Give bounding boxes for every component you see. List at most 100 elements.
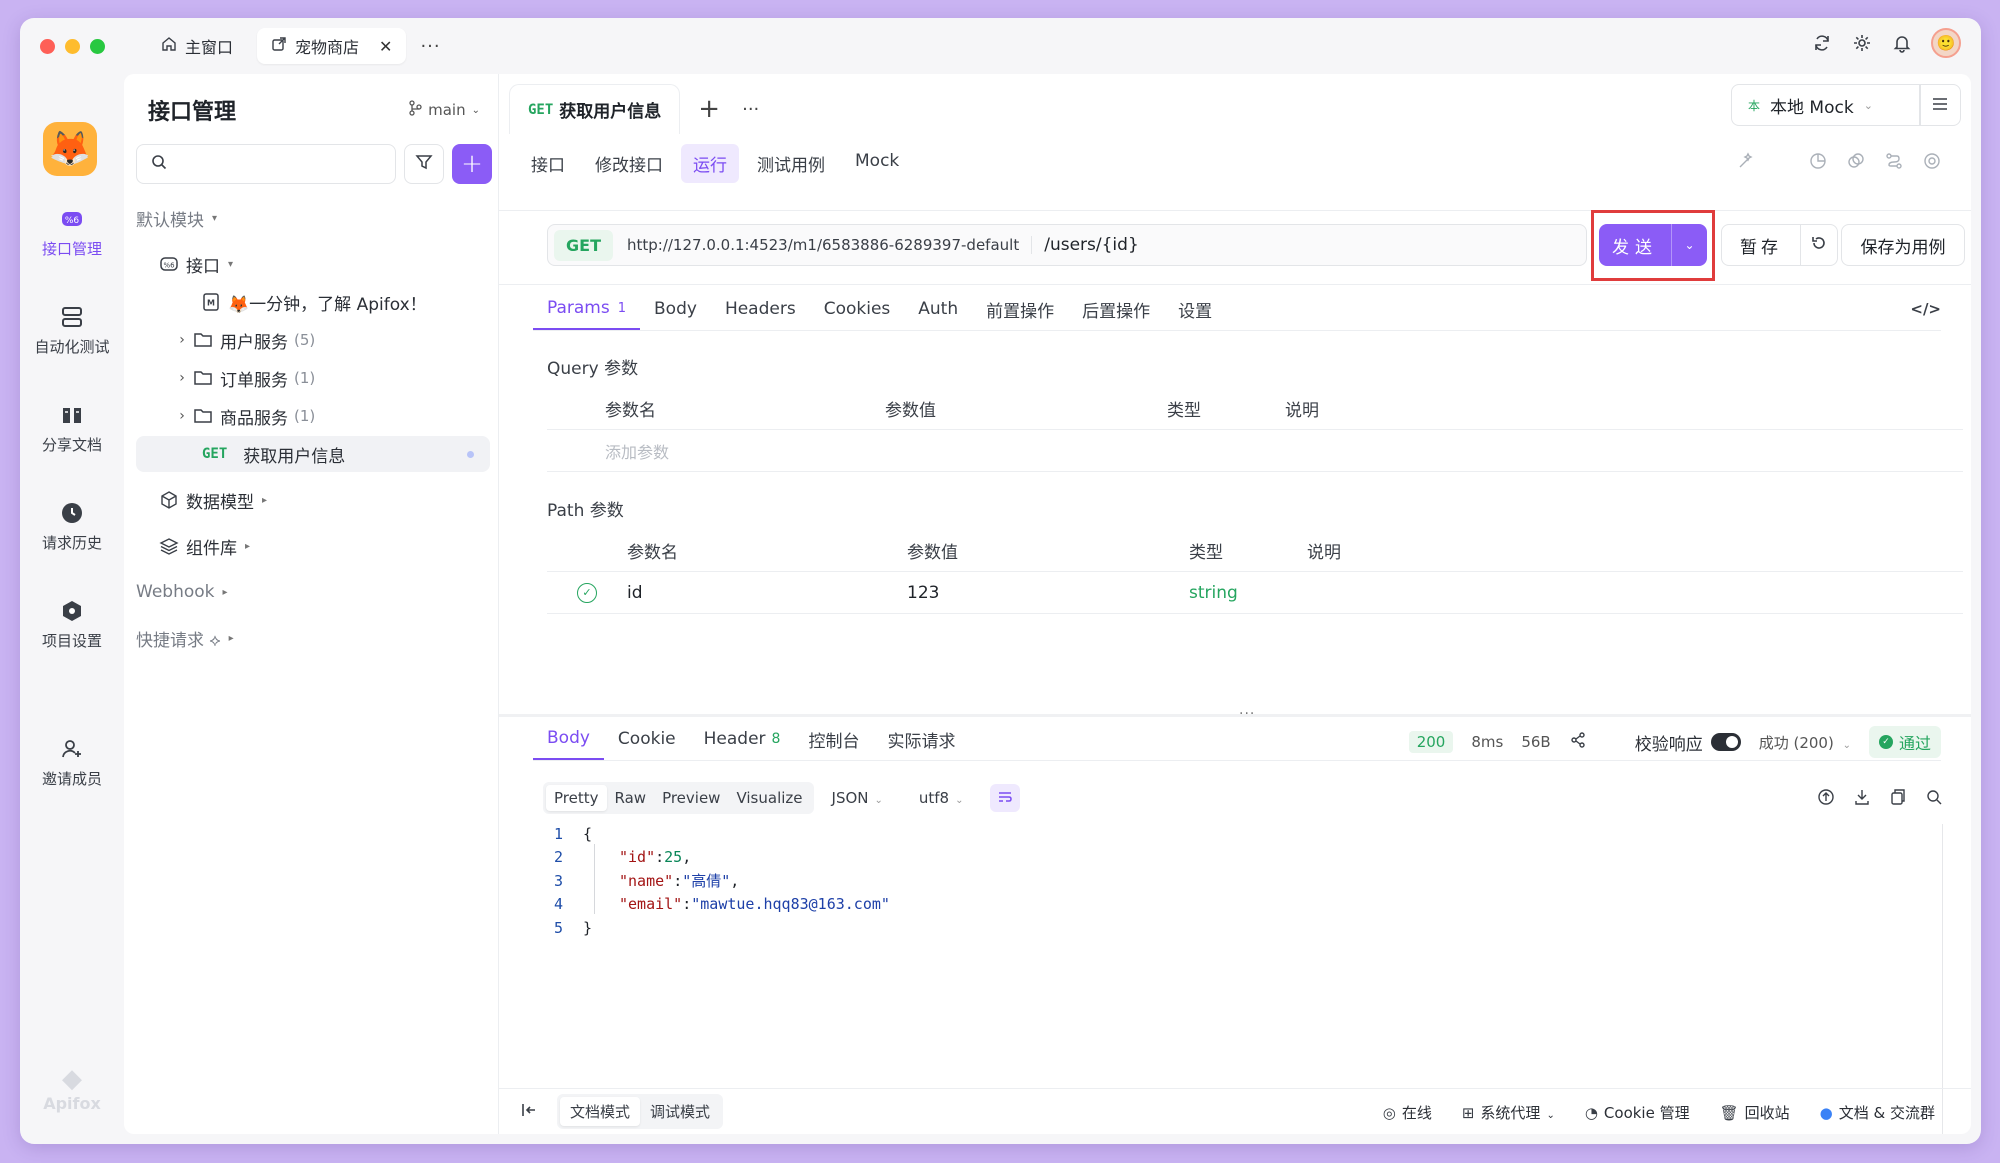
tree-components[interactable]: 组件库 ▸ bbox=[136, 528, 490, 564]
view-visualize[interactable]: Visualize bbox=[728, 785, 810, 811]
tab-body[interactable]: Body bbox=[640, 288, 711, 330]
view-pretty[interactable]: Pretty bbox=[546, 785, 607, 811]
param-value[interactable]: 123 bbox=[907, 583, 1189, 603]
zoom-window-button[interactable] bbox=[90, 38, 105, 54]
validate-select[interactable]: 成功 (200) ⌄ bbox=[1759, 732, 1851, 753]
chevron-down-icon[interactable]: ⌄ bbox=[1671, 224, 1707, 266]
tree-folder-user-service[interactable]: › 用户服务 (5) bbox=[136, 322, 490, 358]
view-raw[interactable]: Raw bbox=[607, 785, 655, 811]
tree-quick-request[interactable]: 快捷请求 ⟡ ▸ bbox=[136, 620, 490, 656]
tab-mock[interactable]: Mock bbox=[843, 144, 911, 183]
new-tab-icon[interactable]: + bbox=[698, 94, 720, 124]
window-tab-pet-store[interactable]: 宠物商店 ✕ bbox=[257, 28, 407, 64]
tab-settings[interactable]: 设置 bbox=[1164, 288, 1226, 330]
encoding-select[interactable]: utf8 ⌄ bbox=[919, 789, 964, 807]
format-type-select[interactable]: JSON ⌄ bbox=[832, 789, 883, 807]
add-param-placeholder[interactable]: 添加参数 bbox=[605, 439, 669, 463]
rail-item-api-management[interactable]: %6 接口管理 bbox=[20, 206, 124, 259]
environment-select[interactable]: 本 本地 Mock ⌄ bbox=[1731, 84, 1921, 126]
gear-icon[interactable] bbox=[1851, 32, 1873, 54]
tree-data-models[interactable]: 数据模型 ▸ bbox=[136, 482, 490, 518]
tree-interfaces[interactable]: %6 接口 ▾ bbox=[136, 246, 490, 282]
tab-interface[interactable]: 接口 bbox=[519, 144, 577, 183]
share-icon[interactable] bbox=[1569, 731, 1587, 753]
copy-shape-icon[interactable] bbox=[1847, 152, 1865, 174]
rail-item-share-docs[interactable]: 分享文档 bbox=[20, 402, 124, 455]
project-logo[interactable]: 🦊 bbox=[43, 122, 97, 176]
mode-debug[interactable]: 调试模式 bbox=[640, 1097, 720, 1126]
minimize-window-button[interactable] bbox=[65, 38, 80, 54]
tree-default-module[interactable]: 默认模块 ▾ bbox=[136, 200, 490, 236]
user-avatar[interactable]: 🙂 bbox=[1931, 28, 1961, 58]
more-tabs-icon[interactable]: ··· bbox=[420, 36, 440, 57]
upload-icon[interactable] bbox=[1817, 788, 1835, 810]
more-icon[interactable]: ··· bbox=[742, 99, 759, 120]
window-tab-main[interactable]: 主窗口 bbox=[147, 28, 247, 64]
add-param-row[interactable]: 添加参数 bbox=[547, 430, 1963, 472]
magic-wand-icon[interactable] bbox=[1737, 152, 1755, 174]
tab-params[interactable]: Params 1 bbox=[533, 288, 641, 330]
status-online[interactable]: ◎ 在线 bbox=[1383, 1102, 1432, 1123]
tree-folder-order-service[interactable]: › 订单服务 (1) bbox=[136, 360, 490, 396]
tree-folder-product-service[interactable]: › 商品服务 (1) bbox=[136, 398, 490, 434]
tree-item-get-user-info[interactable]: GET 获取用户信息 bbox=[136, 436, 490, 472]
tab-response-body[interactable]: Body bbox=[533, 718, 604, 760]
param-name[interactable]: id bbox=[627, 583, 907, 603]
status-trash[interactable]: 🗑 回收站 bbox=[1720, 1102, 1790, 1123]
tree-webhook[interactable]: Webhook ▸ bbox=[136, 574, 490, 610]
method-select[interactable]: GET bbox=[554, 229, 613, 261]
search-icon[interactable] bbox=[1925, 788, 1943, 810]
tree-intro-doc[interactable]: M 🦊一分钟，了解 Apifox！ bbox=[136, 284, 490, 320]
param-type[interactable]: string bbox=[1189, 583, 1307, 603]
tab-headers[interactable]: Headers bbox=[711, 288, 810, 330]
tab-actual-request[interactable]: 实际请求 bbox=[873, 718, 969, 760]
target-icon[interactable] bbox=[1923, 152, 1941, 174]
flow-icon[interactable] bbox=[1885, 152, 1903, 174]
environment-menu-button[interactable] bbox=[1919, 84, 1961, 126]
rail-item-invite[interactable]: 邀请成员 bbox=[20, 736, 124, 789]
close-tab-icon[interactable]: ✕ bbox=[379, 37, 392, 56]
tab-test-cases[interactable]: 测试用例 bbox=[745, 144, 837, 183]
tab-post-processors[interactable]: 后置操作 bbox=[1068, 288, 1164, 330]
close-window-button[interactable] bbox=[40, 38, 55, 54]
word-wrap-button[interactable] bbox=[989, 784, 1020, 812]
view-preview[interactable]: Preview bbox=[654, 785, 728, 811]
response-body-code[interactable]: 1 { 2 "id": 25, 3 "name": "高倩", 4 "email… bbox=[539, 822, 890, 940]
tab-pre-processors[interactable]: 前置操作 bbox=[972, 288, 1068, 330]
rail-item-automation[interactable]: 自动化测试 bbox=[20, 304, 124, 357]
code-icon[interactable]: </> bbox=[1910, 300, 1941, 318]
download-icon[interactable] bbox=[1853, 788, 1871, 810]
tab-cookies[interactable]: Cookies bbox=[810, 288, 905, 330]
validate-toggle[interactable] bbox=[1710, 733, 1741, 751]
branch-selector[interactable]: main ⌄ bbox=[408, 100, 480, 120]
split-divider[interactable] bbox=[499, 714, 1971, 717]
status-docs-community[interactable]: ● 文档 & 交流群 bbox=[1820, 1102, 1935, 1123]
tab-run[interactable]: 运行 bbox=[681, 144, 739, 183]
rail-item-history[interactable]: 请求历史 bbox=[20, 500, 124, 553]
filter-button[interactable] bbox=[404, 144, 444, 184]
path-input[interactable] bbox=[1044, 235, 1465, 255]
mode-docs[interactable]: 文档模式 bbox=[560, 1097, 641, 1126]
tab-console[interactable]: 控制台 bbox=[794, 718, 873, 760]
send-button[interactable]: 发送 ⌄ bbox=[1599, 224, 1707, 266]
tab-auth[interactable]: Auth bbox=[904, 288, 972, 330]
enabled-checkbox[interactable]: ✓ bbox=[577, 582, 597, 603]
pie-icon[interactable] bbox=[1809, 152, 1827, 174]
tab-edit-interface[interactable]: 修改接口 bbox=[583, 144, 675, 183]
search-box[interactable] bbox=[136, 144, 396, 184]
add-button[interactable]: + bbox=[452, 144, 492, 184]
search-input[interactable] bbox=[175, 155, 375, 173]
drag-handle-icon[interactable]: ··· bbox=[1239, 706, 1255, 722]
save-draft-button[interactable]: 暂存 bbox=[1721, 224, 1801, 266]
tab-response-cookie[interactable]: Cookie bbox=[604, 718, 690, 760]
tab-response-header[interactable]: Header 8 bbox=[690, 718, 795, 760]
status-cookie-manager[interactable]: ◔ Cookie 管理 bbox=[1585, 1102, 1690, 1123]
collapse-sidebar-icon[interactable] bbox=[521, 1102, 539, 1122]
save-as-case-button[interactable]: 保存为用例 bbox=[1841, 224, 1965, 266]
status-proxy[interactable]: ⊞ 系统代理 ⌄ bbox=[1462, 1102, 1555, 1123]
sync-icon[interactable] bbox=[1811, 32, 1833, 54]
copy-icon[interactable] bbox=[1889, 788, 1907, 810]
reset-button[interactable] bbox=[1800, 224, 1838, 266]
bell-icon[interactable] bbox=[1891, 32, 1913, 54]
base-url[interactable]: http://127.0.0.1:4523/m1/6583886-6289397… bbox=[627, 236, 1033, 254]
